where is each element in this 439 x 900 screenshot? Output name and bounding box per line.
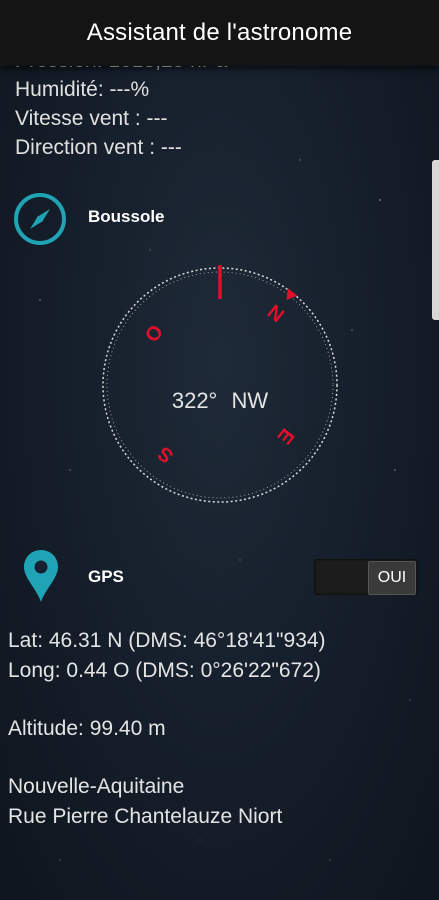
gps-toggle-knob[interactable]: OUI (368, 561, 416, 595)
humidity-text: Humidité: ---% (15, 78, 150, 101)
street-text: Rue Pierre Chantelauze Niort (8, 805, 283, 828)
latitude-text: Lat: 46.31 N (DMS: 46°18'41"934) (8, 629, 326, 652)
north-marker (286, 288, 298, 300)
compass-letter-n: N (263, 301, 288, 327)
wind-speed-text: Vitesse vent : --- (15, 107, 168, 130)
compass-readout: 322° NW (98, 388, 342, 414)
altitude-text: Altitude: 99.40 m (8, 717, 166, 740)
gps-section-label: GPS (88, 567, 124, 586)
region-text: Nouvelle-Aquitaine (8, 775, 185, 798)
location-pin-icon (24, 550, 58, 602)
compass-letter-e: E (273, 424, 299, 448)
gps-toggle[interactable]: OUI (314, 559, 418, 595)
compass-dial: N E S O (102, 265, 338, 503)
compass-letter-s: S (154, 442, 178, 468)
compass-rose: N E S O (141, 288, 299, 468)
gps-info-panel: Lat: 46.31 N (DMS: 46°18'41"934) Long: 0… (8, 626, 326, 832)
longitude-text: Long: 0.44 O (DMS: 0°26'22"672) (8, 659, 321, 682)
heading-degrees: 322° (171, 388, 218, 413)
title-bar: Assistant de l'astronome (0, 0, 439, 66)
scrollbar-thumb[interactable] (432, 160, 439, 320)
heading-cardinal: NW (231, 388, 269, 413)
compass-icon (14, 193, 66, 245)
compass-section-label: Boussole (88, 207, 165, 226)
app-title: Assistant de l'astronome (86, 19, 353, 46)
compass-letter-w: O (141, 321, 168, 347)
wind-direction-text: Direction vent : --- (15, 136, 182, 159)
